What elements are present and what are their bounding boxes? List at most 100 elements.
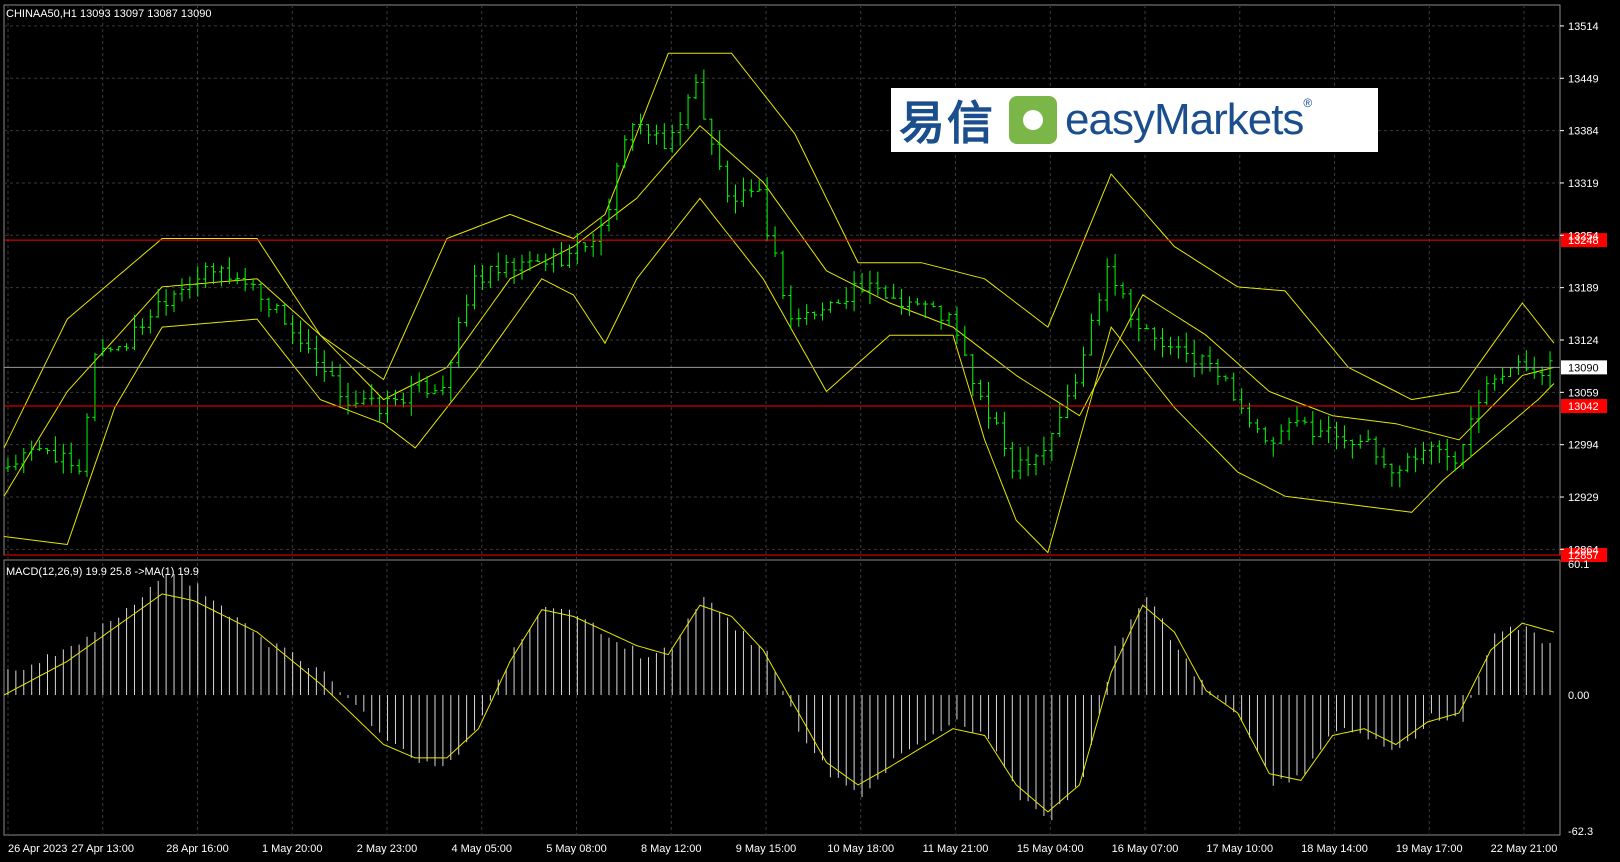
logo-brand-text: easyMarkets: [1065, 95, 1304, 144]
price-tick-label: 13384: [1568, 126, 1599, 138]
macd-signal-line: [3, 593, 1555, 813]
candle: [1492, 374, 1498, 391]
candle: [733, 184, 739, 214]
time-tick-label: 15 May 04:00: [1017, 843, 1084, 855]
candle: [891, 283, 897, 299]
time-tick-label: 4 May 05:00: [451, 843, 512, 855]
candle: [1365, 429, 1371, 442]
candle: [827, 300, 833, 313]
candle: [337, 363, 343, 407]
candle: [1373, 436, 1379, 465]
price-tick-label: 12929: [1568, 492, 1599, 504]
macd-panel-frame: [3, 559, 1561, 836]
candle: [124, 343, 130, 351]
candle: [487, 265, 493, 289]
candle: [946, 312, 952, 326]
candle: [535, 253, 541, 263]
candle: [701, 69, 707, 120]
candle: [163, 289, 169, 316]
candle: [479, 264, 485, 290]
candle: [448, 360, 454, 402]
candle: [1381, 447, 1387, 469]
candle: [1389, 463, 1395, 487]
candle: [456, 317, 462, 369]
candle: [218, 265, 224, 287]
candle: [37, 440, 43, 451]
candle: [1033, 453, 1039, 476]
candle: [851, 271, 857, 312]
candle: [1160, 327, 1166, 358]
candle: [685, 94, 691, 130]
candle: [76, 459, 82, 475]
candle: [978, 379, 984, 401]
candle: [1191, 339, 1197, 378]
candle: [1262, 426, 1268, 444]
time-tick-label: 8 May 12:00: [641, 843, 702, 855]
candle: [1444, 439, 1450, 471]
candle: [543, 253, 549, 272]
candle: [938, 305, 944, 330]
candle: [1539, 366, 1545, 386]
candle: [1294, 406, 1300, 427]
logo-registered-mark: ®: [1303, 96, 1313, 110]
candle: [559, 242, 565, 267]
candle: [1500, 368, 1506, 384]
candle: [1104, 258, 1110, 312]
candle: [1349, 439, 1355, 459]
candle: [606, 198, 612, 232]
candle: [171, 290, 177, 313]
logo-chinese-text: 易信: [899, 96, 995, 150]
time-tick-label: 16 May 07:00: [1112, 843, 1179, 855]
candle: [638, 113, 644, 135]
candle: [1065, 384, 1071, 419]
candle: [1057, 403, 1063, 438]
candle: [282, 303, 288, 325]
candle: [305, 329, 311, 354]
candle: [139, 318, 145, 335]
level-lines[interactable]: 13248130421285713090: [4, 233, 1607, 562]
candle: [298, 320, 304, 353]
candle: [400, 392, 406, 408]
candle: [899, 288, 905, 315]
candle: [914, 297, 920, 306]
price-tick-label: 12994: [1568, 440, 1599, 452]
candle: [1421, 441, 1427, 465]
time-tick-label: 28 Apr 16:00: [166, 843, 228, 855]
candle: [906, 296, 912, 316]
candle: [1096, 292, 1102, 326]
candle: [234, 272, 240, 285]
candle: [993, 412, 999, 425]
candle: [1088, 313, 1094, 356]
candle: [725, 160, 731, 203]
candle: [1136, 307, 1142, 342]
candle: [5, 457, 11, 473]
candle: [179, 278, 185, 302]
candle: [1515, 355, 1521, 375]
candle: [1120, 282, 1126, 299]
candle: [717, 130, 723, 170]
candle: [796, 308, 802, 327]
candle: [709, 118, 715, 155]
candle: [13, 454, 19, 471]
current-price-label: 13090: [1568, 362, 1599, 374]
candle: [1025, 446, 1031, 477]
candle: [44, 448, 50, 455]
price-tick-label: 13254: [1568, 230, 1599, 242]
candle: [756, 179, 762, 192]
candle: [875, 271, 881, 296]
candle: [772, 226, 778, 257]
candle: [1009, 441, 1015, 479]
candle: [1508, 367, 1514, 378]
candle: [748, 179, 754, 198]
price-axis: 13514 13449 13384 13319 13254 13189 13124 13059…: [1560, 21, 1599, 838]
macd-info: MACD(12,26,9) 19.9 25.8 ->MA(1) 19.9: [6, 566, 199, 578]
candle: [1231, 372, 1237, 401]
candle: [819, 302, 825, 321]
candle: [740, 177, 746, 207]
chart-window[interactable]: 13248 13042 12857 13090 13514 13449 13384 1331…: [0, 0, 1620, 862]
candle: [211, 263, 217, 285]
candle: [1207, 346, 1213, 372]
candle: [630, 123, 636, 151]
candle: [1405, 452, 1411, 473]
candle: [1080, 346, 1086, 387]
